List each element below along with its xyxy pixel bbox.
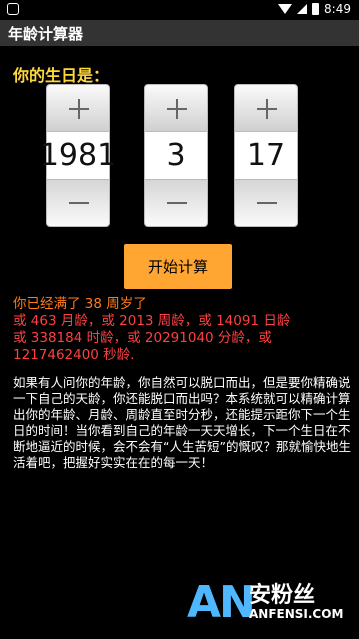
month-value[interactable]: 3 [144, 132, 208, 179]
birthday-prompt: 你的生日是： [13, 66, 110, 85]
day-decrement-button[interactable] [234, 179, 298, 227]
day-increment-button[interactable] [234, 84, 298, 132]
result-text: 你已经满了 38 周岁了 或 463 月龄，或 2013 周龄，或 14091 … [13, 296, 347, 364]
year-picker: 1981 [40, 84, 116, 227]
app-title: 年龄计算器 [8, 25, 84, 43]
minus-icon [167, 202, 187, 204]
month-picker: 3 [144, 84, 208, 227]
day-picker: 17 [234, 84, 298, 227]
result-hours-line: 或 338184 时龄，或 20291040 分龄，或 [13, 330, 272, 346]
year-increment-button[interactable] [46, 84, 110, 132]
month-increment-button[interactable] [144, 84, 208, 132]
description-text: 如果有人问你的年龄，你自然可以脱口而出，但是要你精确说一下自己的天龄，你还能脱口… [13, 375, 351, 470]
status-bar: 8:49 [0, 0, 359, 20]
status-time: 8:49 [324, 2, 351, 16]
battery-icon [312, 3, 320, 15]
minus-icon [257, 202, 277, 204]
plus-icon [257, 99, 277, 119]
year-value[interactable]: 1981 [40, 132, 116, 179]
app-title-bar: 年龄计算器 [0, 20, 359, 46]
plus-icon [69, 99, 89, 119]
month-decrement-button[interactable] [144, 179, 208, 227]
watermark-mark: AN [187, 577, 256, 628]
result-months-line: 或 463 月龄，或 2013 周龄，或 14091 日龄 [13, 313, 291, 329]
day-value[interactable]: 17 [234, 132, 298, 179]
result-seconds-line: 1217462400 秒龄. [13, 347, 135, 363]
wifi-icon [278, 4, 293, 14]
watermark-en: ANFENSI.COM [249, 607, 344, 621]
watermark-logo: AN 安粉丝 ANFENSI.COM [187, 573, 357, 633]
result-age-line: 你已经满了 38 周岁了 [13, 296, 147, 312]
start-calculate-button[interactable]: 开始计算 [124, 244, 232, 289]
watermark-cn: 安粉丝 [249, 583, 316, 608]
minus-icon [69, 202, 89, 204]
year-decrement-button[interactable] [46, 179, 110, 227]
status-icons: 8:49 [278, 2, 351, 16]
signal-icon [297, 4, 308, 14]
notification-icon [7, 3, 19, 15]
plus-icon [167, 99, 187, 119]
